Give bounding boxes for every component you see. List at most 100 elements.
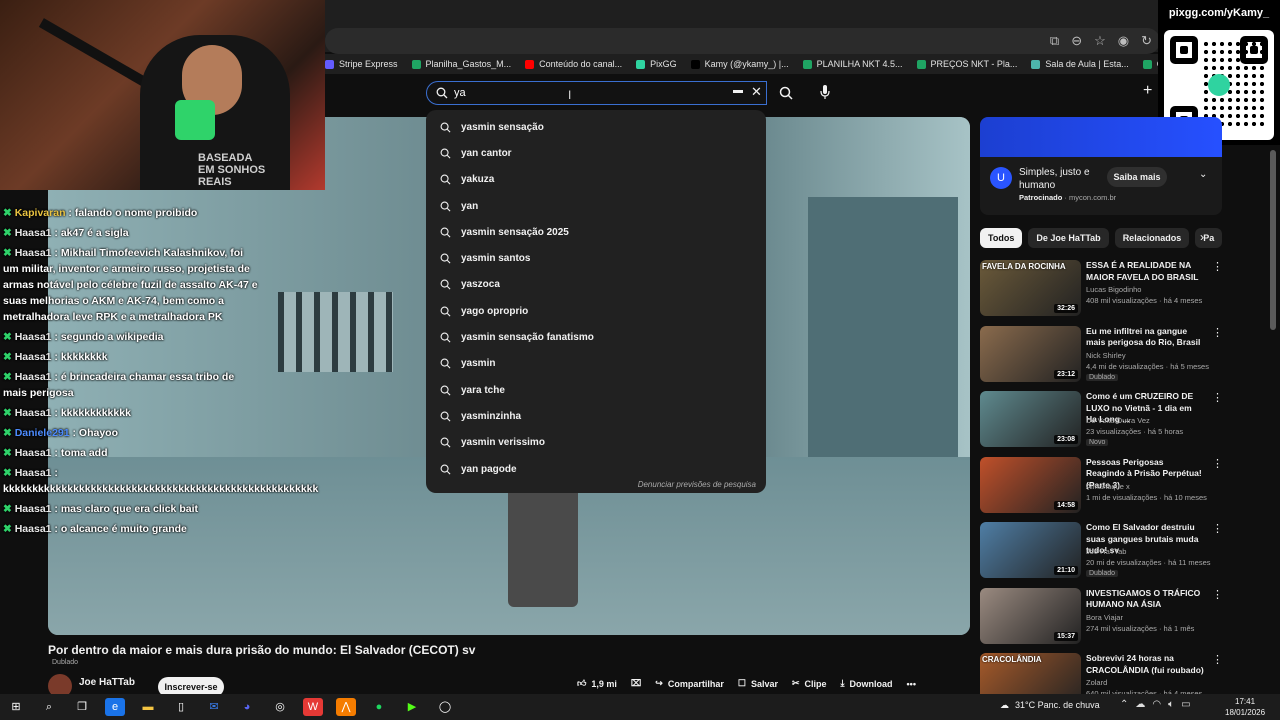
video-thumbnail[interactable]: 23:12 [980,325,1081,382]
video-thumbnail[interactable]: 15:37 [980,587,1081,644]
video-thumbnail[interactable]: 21:10 [980,522,1081,578]
streaming-app-icon[interactable]: ▶ [402,698,422,716]
weather-widget[interactable]: ☁ 31°C Panc. de chuva [1000,700,1100,711]
recommended-video[interactable]: 15:37 INVESTIGAMOS O TRÁFICO HUMANO NA ÁS… [980,586,1223,652]
filter-chip[interactable]: Relacionados [1114,228,1190,248]
keyboard-icon[interactable]: ▬ [733,85,743,96]
chevron-right-icon[interactable]: › [1200,230,1204,244]
discord-icon[interactable]: ◕ [237,698,257,716]
more-actions-button[interactable]: ••• [907,678,916,689]
voice-search-button[interactable] [812,81,838,105]
video-thumbnail[interactable]: 14:58 [980,456,1081,513]
bookmark-item[interactable]: Stripe Express [325,59,398,69]
mail-icon[interactable]: ✉ [204,698,224,716]
battery-icon[interactable]: ▭ [1181,699,1190,710]
search-suggestion[interactable]: yasmin sensação [426,114,766,140]
app-red-icon[interactable]: W [303,698,323,716]
video-thumbnail[interactable]: FAVELA DA ROCINHA 32:26 [980,260,1081,316]
task-view-icon[interactable]: ❐ [72,698,92,716]
ad-learn-more-button[interactable]: Saiba mais [1107,167,1167,187]
more-options-icon[interactable]: ⋮ [1212,326,1223,339]
search-suggestion[interactable]: yakuza [426,167,766,193]
chevron-down-icon[interactable]: ⌄ [1199,169,1207,180]
filter-chip[interactable]: De Joe HaTTab [1028,228,1109,248]
bookmark-item[interactable]: Sala de Aula | Esta... [1031,59,1129,69]
share-button[interactable]: ↪ Compartilhar [655,678,724,689]
obs-icon[interactable]: ◎ [270,698,290,716]
spotify-icon[interactable]: ● [369,698,389,716]
more-options-icon[interactable]: ⋮ [1212,588,1223,601]
download-button[interactable]: ⤓ Download [841,678,893,689]
bookmark-item[interactable]: PLANILHA NKT 4.5... [802,59,903,69]
address-bar[interactable]: ⧉ ⊖ ☆ ◉ ↻ [325,28,1160,54]
search-taskbar-icon[interactable]: ⌕ [39,698,59,716]
more-options-icon[interactable]: ⋮ [1212,522,1223,535]
report-predictions-link[interactable]: Denunciar previsões de pesquisa [638,480,756,489]
clip-button[interactable]: ✂ Clipe [792,678,827,689]
search-suggestion[interactable]: yan cantor [426,140,766,166]
channel-name[interactable]: Joe HaTTab [79,677,135,688]
zoom-icon[interactable]: ⊖ [1071,32,1082,50]
bookmark-star-icon[interactable]: ☆ [1094,32,1106,50]
app-orange-icon[interactable]: ⋀ [336,698,356,716]
search-suggestion[interactable]: yasmin sensação 2025 [426,219,766,245]
bookmark-item[interactable]: PREÇOS NKT - Pla... [916,59,1017,69]
recommended-channel[interactable]: De Volta Outra Vez [1086,416,1150,425]
search-suggestion[interactable]: yaszoca [426,272,766,298]
translate-icon[interactable]: ⧉ [1050,32,1059,50]
app-circle-icon[interactable]: ◯ [435,698,455,716]
search-suggestion[interactable]: yago oproprio [426,298,766,324]
cloud-icon[interactable]: ☁ [1135,699,1145,710]
recommended-video[interactable]: 23:08 Como é um CRUZEIRO DE LUXO no Vietn… [980,389,1223,455]
file-explorer-icon[interactable]: ▬ [138,698,158,716]
more-options-icon[interactable]: ⋮ [1212,260,1223,273]
search-suggestion[interactable]: yasminzinha [426,403,766,429]
more-options-icon[interactable]: ⋮ [1212,653,1223,666]
save-button[interactable]: ☐ Salvar [738,678,778,689]
recommended-video[interactable]: FAVELA DA ROCINHA 32:26 ESSA É A REALIDADE… [980,258,1223,324]
bookmark-item[interactable]: PixGG [636,59,677,69]
recommended-video[interactable]: 21:10 Como El Salvador destruiu suas gang… [980,520,1223,586]
search-suggestion[interactable]: yan [426,193,766,219]
recommended-channel[interactable]: Zolard [1086,678,1107,687]
create-icon[interactable]: + [1143,82,1152,100]
like-button[interactable]: 👍︎ 1,9 mi [577,678,617,689]
clock[interactable]: 17:41 18/01/2026 [1225,696,1265,718]
volume-icon[interactable]: 🔈︎ [1168,699,1174,710]
notepad-icon[interactable]: ▯ [171,698,191,716]
reload-icon[interactable]: ↻ [1141,32,1152,50]
search-suggestion[interactable]: yara tche [426,377,766,403]
search-suggestion[interactable]: yasmin [426,351,766,377]
wifi-icon[interactable]: ◠ [1152,699,1161,710]
chevron-up-icon[interactable]: ⌃ [1120,699,1128,710]
recommended-title[interactable]: Sobrevivi 24 horas na CRACOLÂNDIA (fui r… [1086,653,1204,676]
recommended-channel[interactable]: Joe HaTTab [1086,547,1126,556]
extension-icon[interactable]: ◉ [1118,32,1129,50]
search-button[interactable] [771,81,801,105]
recommended-title[interactable]: Eu me infiltrei na gangue mais perigosa … [1086,326,1204,349]
bookmark-item[interactable]: Kamy (@ykamy_) |... [690,59,789,69]
bookmark-item[interactable]: Planilha_Gastos_M... [411,59,511,69]
more-options-icon[interactable]: ⋮ [1212,391,1223,404]
search-suggestion[interactable]: yan pagode [426,456,766,482]
clear-search-icon[interactable]: ✕ [751,84,762,100]
dislike-button[interactable]: ⌧ [631,678,641,689]
search-suggestion[interactable]: yasmin sensação fanatismo [426,324,766,350]
ad-banner-image[interactable] [980,117,1222,157]
start-icon[interactable]: ⊞ [6,698,26,716]
bookmark-item[interactable]: Conteúdo do canal... [525,59,622,69]
search-suggestion[interactable]: yasmin santos [426,245,766,271]
filter-chip[interactable]: Todos [980,228,1023,248]
search-input[interactable] [454,85,724,101]
recommended-title[interactable]: INVESTIGAMOS O TRÁFICO HUMANO NA ÁSIA [1086,588,1204,611]
more-options-icon[interactable]: ⋮ [1212,457,1223,470]
edge-icon[interactable]: e [105,698,125,716]
system-tray[interactable]: ⌃ ☁ ◠ 🔈︎ ▭ [1120,699,1191,710]
video-thumbnail[interactable]: 23:08 [980,391,1081,447]
recommended-channel[interactable]: Bora Viajar [1086,613,1123,622]
recommended-video[interactable]: 23:12 Eu me infiltrei na gangue mais peri… [980,324,1223,390]
search-suggestion[interactable]: yasmin verissimo [426,430,766,456]
recommended-video[interactable]: 14:58 Pessoas Perigosas Reagindo à Prisão… [980,455,1223,521]
recommended-channel[interactable]: Lucas Bigodinho [1086,285,1141,294]
recommended-channel[interactable]: Almanaque x [1086,482,1130,491]
